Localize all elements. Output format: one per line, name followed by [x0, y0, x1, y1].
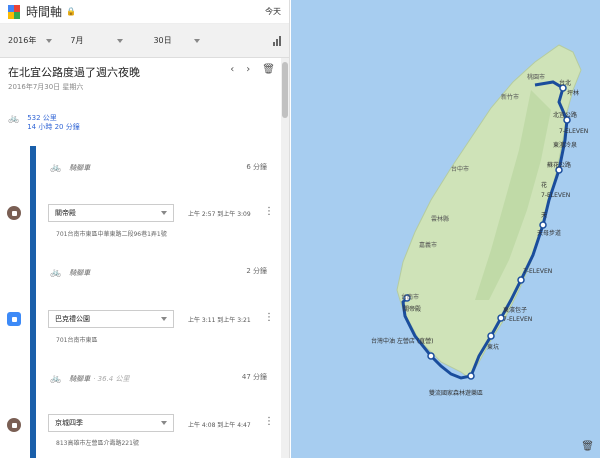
chevron-down-icon [193, 38, 200, 43]
month-value: 7月 [70, 36, 84, 45]
page-date: 2016年7月30日 星期六 [8, 83, 84, 91]
map-label: 台中市 [451, 166, 470, 173]
map-label: 台北 [559, 80, 572, 87]
next-day-icon[interactable]: › [246, 64, 250, 75]
prev-day-icon[interactable]: ‹ [230, 64, 234, 75]
place-name: 關帝殿 [55, 209, 76, 217]
map-label: 蘇花公路 [547, 162, 572, 169]
summary-distance: 532 公里 [27, 114, 57, 122]
chevron-down-icon [161, 211, 167, 215]
delete-icon[interactable]: 🗑 [581, 441, 594, 452]
date-bar: 2016年 7月 30日 [0, 24, 289, 58]
map-label: 台灣中油 左營店 (直營) [371, 338, 434, 345]
chevron-down-icon [161, 317, 167, 321]
scrollbar[interactable] [281, 58, 289, 458]
bicycle-icon: 🚲 [8, 114, 20, 124]
place-stop-icon [7, 418, 21, 432]
more-vert-icon[interactable]: ⋮ [264, 416, 274, 427]
place-address: 813高雄市左營區介壽路221號 [56, 440, 139, 447]
map-label: 花 [541, 182, 548, 189]
bicycle-icon: 🚲 [50, 163, 62, 173]
map-label: 7-ELEVEN [523, 268, 553, 275]
delete-icon[interactable]: 🗑 [262, 64, 275, 75]
day-select[interactable]: 30日 [153, 35, 200, 46]
top-bar: 時間軸 🔒 今天 [0, 0, 289, 24]
year-value: 2016年 [8, 36, 37, 45]
bicycle-icon: 🚲 [50, 374, 62, 384]
map-label: 雙流國家森林遊樂區 [429, 390, 484, 397]
activity-distance: · 36.4 公里 [93, 375, 130, 383]
map-label: 天母步道 [537, 230, 562, 237]
scrollbar-thumb[interactable] [282, 62, 288, 118]
activity-label: 騎腳車 [69, 375, 91, 383]
map-label: 新竹市 [501, 94, 520, 101]
activity-row[interactable]: 🚲 騎腳車 [50, 163, 90, 173]
day-header: 在北宜公路度過了週六夜晚 2016年7月30日 星期六 ‹ › 🗑 [8, 64, 275, 92]
place-address: 701台南市東區 [56, 337, 98, 344]
map-label: 台南市 [401, 294, 420, 301]
map-label: 關帝殿 [403, 306, 422, 313]
map-label: 天 [541, 212, 548, 219]
maps-logo-icon [8, 4, 20, 19]
more-vert-icon[interactable]: ⋮ [264, 312, 274, 323]
bus-stop-icon [7, 312, 21, 326]
summary-duration: 14 小時 20 分鐘 [27, 123, 80, 131]
place-time: 上午 4:08 到上午 4:47 [188, 422, 251, 429]
month-select[interactable]: 7月 [70, 35, 124, 46]
bar-chart-icon[interactable] [273, 35, 281, 46]
place-stop-icon [7, 206, 21, 220]
activity-label: 騎腳車 [69, 269, 91, 277]
activity-row[interactable]: 🚲 騎腳車 [50, 268, 90, 278]
chevron-down-icon [117, 38, 124, 43]
place-time: 上午 3:11 到上午 3:21 [188, 317, 251, 324]
app-title: 時間軸 [26, 5, 63, 19]
map-label: 嘉義市 [419, 242, 438, 249]
more-vert-icon[interactable]: ⋮ [264, 206, 274, 217]
map-label: 7-ELEVEN [503, 316, 533, 323]
day-summary: 🚲 532 公里 14 小時 20 分鐘 [8, 114, 80, 132]
map-label: 坪林 [567, 90, 580, 97]
map-label: 7-ELEVEN [559, 128, 589, 135]
taiwan-island [396, 44, 582, 379]
map-view[interactable]: 坪林 台北 桃園市 新竹市 北宜公路 7-ELEVEN 東澳冷泉 蘇花公路 台中… [291, 0, 600, 458]
chevron-down-icon [46, 38, 53, 43]
year-select[interactable]: 2016年 [8, 35, 53, 46]
timeline-panel: 時間軸 🔒 今天 2016年 7月 30日 在北宜公路度過了週六夜晚 2016年… [0, 0, 290, 458]
header-controls: ‹ › 🗑 [230, 64, 275, 75]
map-label: 東濱包子 [503, 307, 528, 314]
today-button[interactable]: 今天 [265, 6, 281, 17]
place-select[interactable]: 巴克禮公園 [48, 310, 174, 328]
place-address: 701台南市東區中華東路二段96巷1弄1號 [56, 231, 167, 238]
activity-row[interactable]: 🚲 騎腳車 · 36.4 公里 [50, 374, 129, 384]
place-select[interactable]: 關帝殿 [48, 204, 174, 222]
lock-icon: 🔒 [66, 7, 76, 16]
day-value: 30日 [153, 36, 172, 45]
bicycle-icon: 🚲 [50, 268, 62, 278]
map-label: 北宜公路 [553, 112, 578, 119]
place-name: 京城四季 [55, 419, 83, 427]
map-label: 東坑 [487, 344, 500, 351]
map-label: 東澳冷泉 [553, 142, 578, 149]
activity-label: 騎腳車 [69, 164, 91, 172]
activity-duration: 6 分鐘 [246, 163, 267, 171]
place-name: 巴克禮公園 [55, 315, 90, 323]
activity-duration: 47 分鐘 [241, 373, 267, 381]
map-label: 桃園市 [527, 74, 546, 81]
place-select[interactable]: 京城四季 [48, 414, 174, 432]
timeline-bar [30, 146, 36, 458]
activity-duration: 2 分鐘 [246, 267, 267, 275]
map-label: 7-ELEVEN [541, 192, 571, 199]
chevron-down-icon [161, 421, 167, 425]
map-label: 雲林縣 [431, 216, 450, 223]
place-time: 上午 2:57 到上午 3:09 [188, 211, 251, 218]
